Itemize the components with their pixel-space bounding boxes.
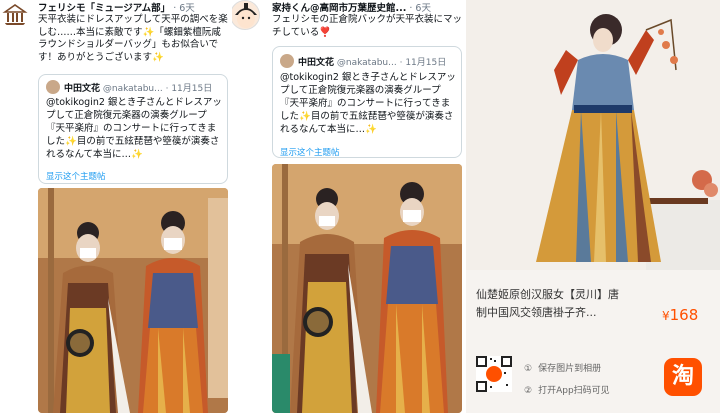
product-photo[interactable] bbox=[466, 0, 720, 270]
price-value: 168 bbox=[669, 306, 699, 324]
tweet-text: 天平衣装にドレスアップして天平の調べを楽しむ……本当に素敵です✨「螺鈿紫檀阮咸ラ… bbox=[38, 14, 228, 63]
quoted-date: 11月15日 bbox=[405, 58, 447, 68]
concert-photo[interactable] bbox=[272, 164, 462, 413]
show-thread-link[interactable]: 显示这个主题帖 bbox=[46, 170, 106, 182]
quoted-text: @tokikogin2 銀とき子さんとドレスアップして正倉院復元楽器の演奏グルー… bbox=[280, 72, 456, 135]
save-image-hint: ① 保存图片到相册 bbox=[524, 361, 601, 374]
scan-in-app-label: 打开App扫码可见 bbox=[538, 386, 610, 396]
quoted-handle: @nakatabu... bbox=[102, 84, 163, 94]
quoted-text: @tokikogin2 銀とき子さんとドレスアップして正倉院復元楽器の演奏グルー… bbox=[46, 97, 222, 160]
save-image-label: 保存图片到相册 bbox=[538, 364, 602, 374]
tweet-time[interactable]: 6天 bbox=[179, 3, 195, 13]
author-name[interactable]: 家持くん@高岡市万葉歴史館... bbox=[272, 3, 406, 13]
step-1-number: ① bbox=[524, 364, 533, 374]
character-avatar-icon[interactable] bbox=[232, 0, 260, 30]
quoted-header: 中田文花 @nakatabu... · 11月15日 bbox=[298, 58, 447, 68]
step-2-number: ② bbox=[524, 386, 533, 396]
tweet-header: 家持くん@高岡市万葉歴史館... · 6天 bbox=[272, 3, 431, 13]
tweet-header: フェリシモ「ミュージアム部」 · 6天 bbox=[38, 3, 195, 13]
product-title[interactable]: 仙楚姬原创汉服女【灵川】唐制中国风交领唐褂子齐... bbox=[476, 286, 626, 324]
qr-code-icon bbox=[476, 356, 512, 392]
show-thread-link[interactable]: 显示这个主题帖 bbox=[280, 146, 340, 158]
tweet-panel-1: フェリシモ「ミュージアム部」 · 6天 天平衣装にドレスアップして天平の調べを楽… bbox=[0, 0, 232, 413]
quoted-header: 中田文花 @nakatabu... · 11月15日 bbox=[64, 84, 213, 94]
quoted-author-name: 中田文花 bbox=[298, 58, 335, 68]
scan-in-app-hint: ② 打开App扫码可见 bbox=[524, 383, 610, 396]
currency-symbol: ¥ bbox=[662, 309, 670, 323]
tweet-text: フェリシモの正倉院バックが天平衣装にマッチしている❣️ bbox=[272, 14, 463, 38]
product-price: ¥168 bbox=[662, 306, 698, 324]
product-panel: 仙楚姬原创汉服女【灵川】唐制中国风交领唐褂子齐... ¥168 ① 保存图片到相册… bbox=[466, 0, 720, 413]
taobao-app-icon[interactable]: 淘 bbox=[664, 358, 702, 396]
quoted-author-avatar-icon bbox=[46, 80, 60, 94]
tweet-time[interactable]: 6天 bbox=[415, 3, 431, 13]
author-name[interactable]: フェリシモ「ミュージアム部」 bbox=[38, 3, 170, 13]
tweet-panel-2: 家持くん@高岡市万葉歴史館... · 6天 フェリシモの正倉院バックが天平衣装に… bbox=[232, 0, 466, 413]
quoted-date: 11月15日 bbox=[171, 84, 213, 94]
quoted-author-name: 中田文花 bbox=[64, 84, 101, 94]
quoted-handle: @nakatabu... bbox=[336, 58, 397, 68]
quoted-author-avatar-icon bbox=[280, 54, 294, 68]
concert-photo[interactable] bbox=[38, 188, 228, 413]
museum-avatar-icon[interactable] bbox=[2, 2, 28, 28]
